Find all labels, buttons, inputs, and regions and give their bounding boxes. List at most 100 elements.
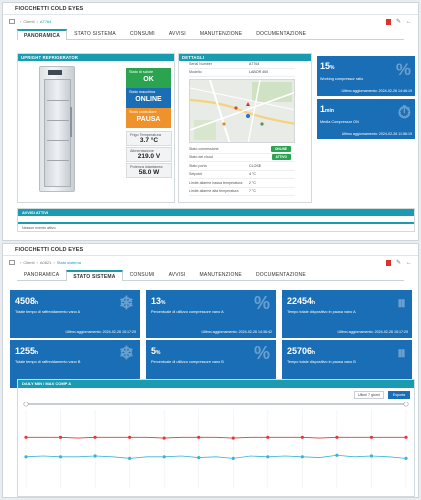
- active-alarms: AVVISI ATTIVI Nessun evento attivo: [17, 208, 415, 232]
- detail-row: Stato del cloud ATTIVO: [189, 154, 295, 162]
- data-point: [335, 435, 339, 439]
- back-icon[interactable]: ←: [406, 19, 412, 25]
- data-point: [369, 435, 374, 439]
- pause-icon: ⏸: [397, 293, 406, 313]
- edit-icon[interactable]: ✎: [396, 260, 401, 266]
- tab-documentazione[interactable]: DOCUMENTAZIONE: [249, 269, 313, 280]
- series-line-1: [25, 454, 407, 459]
- pdf-icon[interactable]: [385, 259, 391, 266]
- tab-panoramica[interactable]: PANORAMICA: [17, 29, 68, 40]
- refrigerator-image: [39, 66, 75, 192]
- toolbar: ✎ ←: [385, 18, 412, 25]
- breadcrumb: › Clienti › A7764 ✎ ←: [3, 15, 418, 28]
- chart-plot: [23, 402, 409, 488]
- tab-panoramica[interactable]: PANORAMICA: [17, 269, 66, 280]
- data-point: [162, 436, 166, 440]
- percent-icon: %: [253, 343, 270, 363]
- tab-bar: PANORAMICA STATO SISTEMA CONSUMI AVVISI …: [17, 28, 404, 40]
- cloud-badge: ATTIVO: [271, 154, 291, 161]
- detail-row: Setpoint 4 °C: [189, 171, 295, 179]
- tile-pause-time-a: 22454h Tempo totale dispositivo in pausa…: [282, 290, 412, 338]
- refrigerator-card: UPRIGHT REFRIGERATOR Stato di salute OK …: [17, 53, 175, 203]
- machine-status: Stato macchina ONLINE: [126, 88, 171, 108]
- clock-icon: ⏱: [397, 103, 411, 122]
- tab-manutenzione[interactable]: MANUTENZIONE: [193, 28, 249, 39]
- data-point: [93, 435, 97, 439]
- data-point: [231, 436, 235, 440]
- kpi-compressor-ratio: 15% Working compressor ratio Ultimo aggi…: [317, 56, 415, 96]
- data-point: [128, 435, 132, 439]
- tab-bar: PANORAMICA STATO SISTEMA CONSUMI AVVISI …: [17, 269, 404, 281]
- instant-power: Potenza istantanea 58.0 W: [126, 163, 172, 178]
- tab-documentazione[interactable]: DOCUMENTAZIONE: [249, 28, 313, 39]
- breadcrumb: › Clienti › A0621 › Stato sistema ✎ ←: [3, 256, 418, 269]
- data-point: [335, 453, 339, 457]
- export-button[interactable]: Esporta: [388, 391, 410, 399]
- detail-row: Modello LABOR 400: [189, 69, 295, 77]
- tab-stato-sistema[interactable]: STATO SISTEMA: [67, 28, 123, 39]
- edit-icon[interactable]: ✎: [396, 19, 401, 25]
- breadcrumb-item[interactable]: Clienti: [23, 260, 34, 265]
- detail-row: Stato porta CLOSE: [189, 162, 295, 171]
- data-point: [266, 455, 270, 459]
- detail-row: Limite allarme alta temperatura 7 °C: [189, 188, 295, 196]
- data-point: [369, 454, 374, 458]
- detail-row: Serial Number A7764: [189, 60, 295, 69]
- back-icon[interactable]: ←: [406, 260, 412, 266]
- home-icon[interactable]: [9, 260, 15, 265]
- detail-row: Stato connessione ONLINE: [189, 145, 295, 154]
- location-map[interactable]: [189, 79, 295, 143]
- data-point: [162, 455, 166, 459]
- detail-row: Limite allarme bassa temperatura 2 °C: [189, 179, 295, 188]
- map-graphic: [190, 80, 294, 142]
- tab-stato-sistema[interactable]: STATO SISTEMA: [66, 270, 123, 281]
- data-point: [404, 456, 408, 460]
- system-status-panel: FIOCCHETTI COLD EYES › Clienti › A0621 ›…: [2, 243, 419, 498]
- power-supply: Alimentazione 219.0 V: [126, 147, 172, 162]
- breadcrumb-current: Stato sistema: [56, 260, 81, 265]
- alarms-title: AVVISI ATTIVI: [18, 209, 414, 216]
- tab-avvisi[interactable]: AVVISI: [162, 28, 193, 39]
- connection-badge: ONLINE: [270, 145, 291, 152]
- home-icon[interactable]: [9, 19, 15, 24]
- controller-status: Stato controllore PAUSA: [126, 108, 171, 128]
- data-point: [93, 454, 97, 458]
- snowflake-icon: ❄: [118, 343, 134, 363]
- breadcrumb-current: A7764: [39, 19, 52, 24]
- pdf-icon[interactable]: [385, 18, 391, 25]
- zoom-slider-handle: [23, 402, 29, 407]
- data-point: [300, 435, 304, 439]
- pause-icon: ⏸: [397, 343, 406, 363]
- tab-manutenzione[interactable]: MANUTENZIONE: [193, 269, 249, 280]
- health-status: Stato di salute OK: [126, 68, 171, 88]
- app-title: FIOCCHETTI COLD EYES: [3, 3, 418, 15]
- tab-consumi[interactable]: CONSUMI: [123, 269, 162, 280]
- data-point: [24, 455, 28, 459]
- tile-cooling-time-a: 4508h Totale tempo di raffreddamento van…: [10, 290, 140, 338]
- tab-consumi[interactable]: CONSUMI: [123, 28, 162, 39]
- zoom-slider-handle: [403, 402, 409, 407]
- snowflake-icon: ❄: [118, 293, 134, 313]
- percent-icon: %: [395, 60, 411, 79]
- daily-min-max-chart: DAILY MIN / MAX COMP A Ultimi 7 giorni E…: [17, 379, 415, 497]
- range-select[interactable]: Ultimi 7 giorni: [354, 391, 384, 399]
- data-point: [197, 455, 201, 460]
- data-point: [300, 455, 304, 459]
- data-point: [266, 435, 270, 439]
- data-point: [58, 455, 63, 459]
- alarms-message: Nessun evento attivo: [18, 222, 414, 232]
- data-point: [24, 435, 28, 439]
- percent-icon: %: [253, 293, 270, 313]
- tile-compressor-usage-a: 13% Percentuale di utilizzo compressore …: [146, 290, 276, 338]
- chart-title: DAILY MIN / MAX COMP A: [18, 380, 414, 388]
- data-point: [197, 435, 201, 439]
- series-line-0: [26, 436, 406, 439]
- overview-panel: FIOCCHETTI COLD EYES › Clienti › A7764 ✎…: [2, 2, 419, 241]
- data-point: [58, 435, 63, 439]
- toolbar: ✎ ←: [385, 259, 412, 266]
- breadcrumb-item[interactable]: A0621: [40, 260, 52, 265]
- tab-avvisi[interactable]: AVVISI: [162, 269, 193, 280]
- fridge-temperature: Frigo Temperatura 3.7 °C: [126, 131, 172, 146]
- details-list-bottom: Stato connessione ONLINE Stato del cloud A…: [189, 145, 295, 196]
- breadcrumb-item[interactable]: Clienti: [23, 19, 34, 24]
